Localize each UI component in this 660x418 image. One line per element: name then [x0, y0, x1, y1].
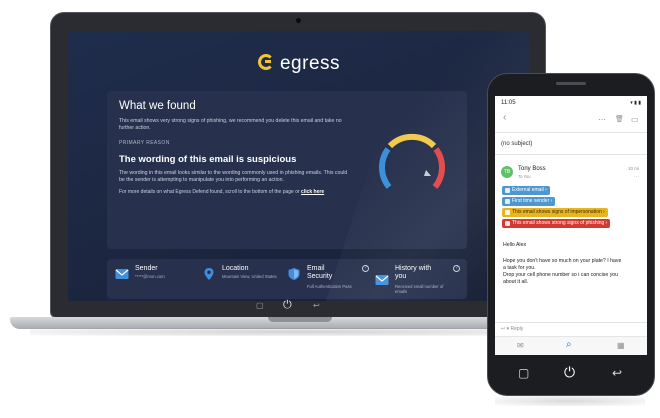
email-security-title: Email Security: [307, 265, 333, 280]
impersonation-warning-badge[interactable]: This email shows signs of impersonation …: [502, 208, 608, 217]
message-time: 10 mi: [627, 166, 639, 171]
more-details: For more details on what Egress Defend f…: [119, 189, 359, 196]
email-body-continued: Drop your cell phone number so i can con…: [503, 272, 619, 285]
mail-toolbar: ‹ ⋯ 🗑 ▭: [495, 112, 647, 128]
message-more-icon[interactable]: ⋯: [634, 174, 639, 180]
phone-speaker: [556, 82, 586, 85]
what-we-found-card: What we found This email shows very stro…: [107, 91, 467, 249]
gauge-segment-low: [379, 147, 392, 189]
phone-shadow: [495, 396, 645, 406]
gauge-needle: [424, 170, 431, 176]
card-title: What we found: [119, 100, 196, 112]
location-sub: Mountain View, United States: [222, 274, 277, 279]
location-info[interactable]: Location Mountain View, United States: [202, 265, 282, 295]
info-bar: Sender *****@mon.com Location Mountain V…: [107, 259, 467, 299]
home-icon[interactable]: ⏻: [283, 299, 292, 312]
sender-sub: *****@mon.com: [135, 274, 165, 279]
email-body: Hope you don't have so much on your plat…: [503, 258, 622, 271]
delete-icon[interactable]: 🗑: [615, 115, 624, 123]
shield-icon: [288, 268, 300, 280]
chevron-right-icon: ›: [550, 198, 553, 204]
location-title: Location: [222, 265, 249, 272]
reply-button[interactable]: ↩ ▾ Reply: [501, 326, 523, 332]
external-email-badge[interactable]: External email ›: [502, 186, 550, 195]
badge-text: This email shows strong signs of phishin…: [512, 220, 605, 226]
subject-divider: [495, 154, 647, 155]
reason-detail: The wording in this email looks similar …: [119, 170, 348, 183]
back-icon[interactable]: ↩: [313, 301, 320, 310]
click-here-link[interactable]: click here: [301, 189, 324, 195]
sender-info[interactable]: Sender *****@mon.com: [115, 265, 195, 295]
history-sub: Received small number of emails: [395, 284, 444, 294]
map-pin-icon: [204, 268, 214, 280]
sender-avatar: TB: [501, 166, 513, 178]
email-security-help-icon[interactable]: ?: [362, 265, 369, 272]
phone-screen: 11:05 ▾ ▮ ▮ ‹ ⋯ 🗑 ▭ (no subject) TB Tony…: [495, 96, 647, 355]
mail-tab-icon[interactable]: ✉: [517, 341, 524, 350]
reply-label: Reply: [510, 326, 524, 332]
sender-name[interactable]: Tony Boss: [518, 166, 546, 172]
status-bar: 11:05 ▾ ▮ ▮: [495, 96, 647, 110]
recent-apps-icon[interactable]: ▢: [256, 301, 264, 310]
laptop-camera: [296, 18, 301, 23]
gauge-segment-medium: [387, 133, 437, 149]
status-time: 11:05: [501, 100, 516, 106]
email-security-info[interactable]: Email Security Full Authentication Pass …: [287, 265, 373, 295]
gauge-segment-high: [432, 147, 445, 189]
chevron-right-icon: ›: [603, 209, 605, 215]
egress-logo-mark: [257, 54, 274, 70]
more-details-text: For more details on what Egress Defend f…: [119, 189, 300, 195]
card-summary: This email shows very strong signs of ph…: [119, 118, 342, 131]
back-arrow-icon[interactable]: ‹: [503, 112, 506, 123]
history-info[interactable]: History with you Received small number o…: [375, 265, 463, 295]
history-help-icon[interactable]: ?: [453, 265, 460, 272]
egress-logo: egress: [68, 53, 530, 75]
email-greeting: Hello Alex: [503, 242, 527, 248]
first-time-sender-badge[interactable]: First time sender ›: [502, 197, 556, 206]
more-options-icon[interactable]: ⋯: [598, 115, 606, 124]
history-title: History with you: [395, 265, 432, 280]
calendar-tab-icon[interactable]: ▦: [617, 341, 625, 350]
risk-gauge: [379, 133, 445, 189]
home-icon[interactable]: ⏻: [564, 364, 575, 381]
envelope-icon: [115, 269, 129, 279]
laptop-notch: [268, 317, 332, 322]
bottom-tab-bar: ✉ ⌕ ▦: [495, 336, 647, 355]
badge-text: First time sender: [512, 198, 550, 204]
chevron-right-icon: ›: [605, 220, 608, 226]
email-subject: (no subject): [501, 141, 533, 147]
search-tab-icon[interactable]: ⌕: [566, 339, 572, 350]
reply-divider: [495, 322, 647, 323]
phone: 11:05 ▾ ▮ ▮ ‹ ⋯ 🗑 ▭ (no subject) TB Tony…: [487, 73, 655, 396]
archive-icon[interactable]: ▭: [631, 115, 639, 124]
phishing-warning-badge[interactable]: This email shows strong signs of phishin…: [502, 219, 611, 228]
recent-apps-icon[interactable]: ▢: [518, 366, 529, 380]
sender-title: Sender: [135, 265, 158, 272]
chevron-right-icon: ›: [545, 187, 547, 193]
back-icon[interactable]: ↩: [612, 366, 622, 380]
toolbar-divider: [495, 132, 647, 133]
egress-logo-text: egress: [279, 53, 341, 74]
badge-text: This email shows signs of impersonation: [512, 209, 602, 215]
email-security-sub: Full Authentication Pass: [307, 284, 352, 289]
envelope-icon: [375, 275, 389, 285]
badge-text: External email: [512, 187, 544, 193]
recipient-label: To You: [518, 174, 531, 179]
laptop: egress What we found This email shows ve…: [50, 12, 546, 318]
laptop-screen: egress What we found This email shows ve…: [68, 31, 530, 301]
status-icons: ▾ ▮ ▮: [630, 100, 641, 106]
